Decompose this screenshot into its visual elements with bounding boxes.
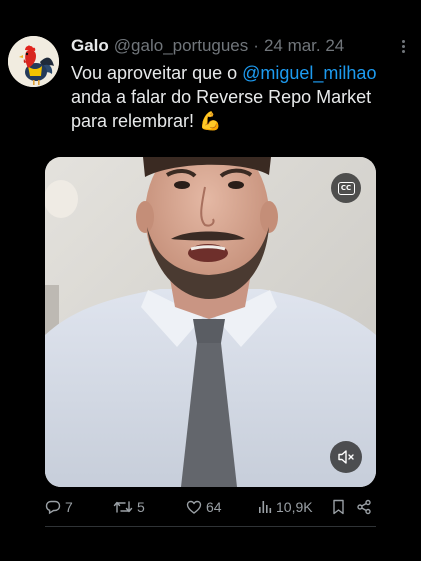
video-player[interactable]: CC <box>45 157 376 487</box>
bookmark-button[interactable] <box>332 496 345 518</box>
mute-button[interactable] <box>330 441 362 473</box>
tweet-date[interactable]: 24 mar. 24 <box>264 36 344 56</box>
tweet-header: Galo @galo_portugues · 24 mar. 24 <box>71 35 344 57</box>
cc-icon: CC <box>337 181 355 195</box>
bookmark-icon <box>333 499 344 515</box>
mention-link[interactable]: @miguel_milhao <box>242 63 376 83</box>
like-count: 64 <box>206 499 222 515</box>
tweet-actions: 7 5 64 10,9K <box>0 496 421 518</box>
views-button[interactable]: 10,9K <box>258 496 313 518</box>
repost-button[interactable]: 5 <box>113 496 145 518</box>
separator-dot: · <box>253 36 259 55</box>
tweet-text-line-2: anda a falar do Reverse Repo Market <box>71 87 372 107</box>
speaker-muted-icon <box>338 450 354 464</box>
views-count: 10,9K <box>276 499 313 515</box>
like-button[interactable]: 64 <box>186 496 222 518</box>
tweet-text-prefix: Vou aproveitar que o <box>71 63 243 83</box>
views-chart-icon <box>259 501 272 513</box>
author-name[interactable]: Galo <box>71 36 109 56</box>
author-handle[interactable]: @galo_portugues <box>114 36 248 56</box>
reply-icon <box>45 500 61 515</box>
reply-button[interactable]: 7 <box>45 496 73 518</box>
tweet-text-line-3: para relembrar! 💪 <box>71 111 222 131</box>
share-button[interactable] <box>356 496 372 518</box>
avatar[interactable] <box>8 36 59 87</box>
share-icon <box>357 499 371 515</box>
more-options-icon[interactable] <box>396 36 410 56</box>
rooster-icon <box>8 36 59 87</box>
video-frame <box>45 157 376 487</box>
repost-icon <box>113 501 133 513</box>
captions-button[interactable]: CC <box>331 173 361 203</box>
tweet-text: Vou aproveitar que o @miguel_milhao anda… <box>71 61 411 133</box>
tweet-text-line-1: Vou aproveitar que o @miguel_milhao <box>71 61 411 85</box>
repost-count: 5 <box>137 499 145 515</box>
reply-count: 7 <box>65 499 73 515</box>
heart-icon <box>186 500 202 514</box>
tweet: Galo @galo_portugues · 24 mar. 24 Vou ap… <box>0 0 421 561</box>
divider <box>45 526 376 527</box>
